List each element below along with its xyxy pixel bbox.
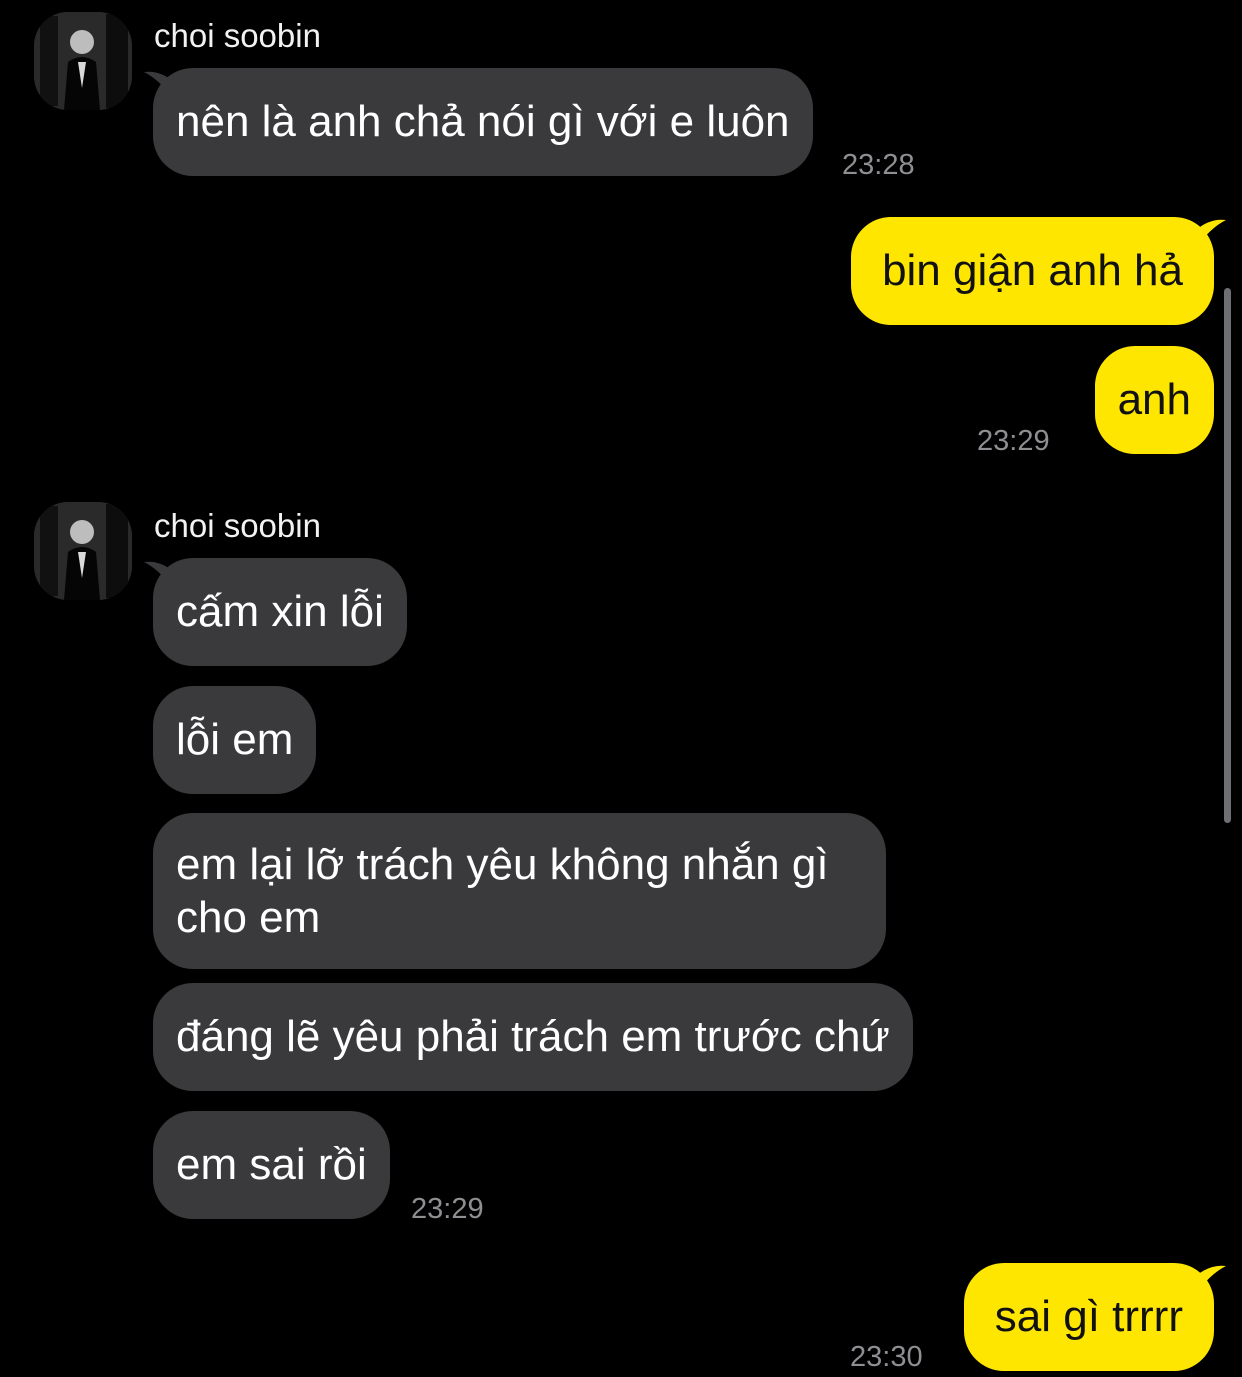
message-bubble-incoming[interactable]: em lại lỡ trách yêu không nhắn gì cho em bbox=[153, 813, 886, 969]
profile-photo-icon bbox=[34, 12, 132, 110]
message-timestamp: 23:29 bbox=[977, 425, 1050, 457]
sender-name: choi soobin bbox=[154, 507, 321, 544]
scrollbar[interactable] bbox=[1224, 288, 1231, 823]
message-bubble-incoming[interactable]: đáng lẽ yêu phải trách em trước chứ bbox=[153, 983, 913, 1091]
profile-photo-icon bbox=[34, 502, 132, 600]
avatar[interactable] bbox=[34, 502, 132, 600]
message-timestamp: 23:30 bbox=[850, 1341, 923, 1373]
message-timestamp: 23:28 bbox=[842, 149, 915, 181]
message-bubble-outgoing[interactable]: sai gì trrrr bbox=[963, 1263, 1214, 1371]
message-bubble-outgoing[interactable]: anh bbox=[1094, 346, 1214, 454]
message-bubble-incoming[interactable]: cấm xin lỗi bbox=[153, 558, 407, 666]
message-bubble-incoming[interactable]: lỗi em bbox=[153, 686, 317, 794]
message-bubble-outgoing[interactable]: bin giận anh hả bbox=[851, 217, 1214, 325]
message-bubble-incoming[interactable]: nên là anh chả nói gì với e luôn bbox=[153, 68, 813, 176]
message-timestamp: 23:29 bbox=[411, 1193, 484, 1225]
sender-name: choi soobin bbox=[154, 17, 321, 54]
message-bubble-incoming[interactable]: em sai rồi bbox=[153, 1111, 390, 1219]
avatar[interactable] bbox=[34, 12, 132, 110]
